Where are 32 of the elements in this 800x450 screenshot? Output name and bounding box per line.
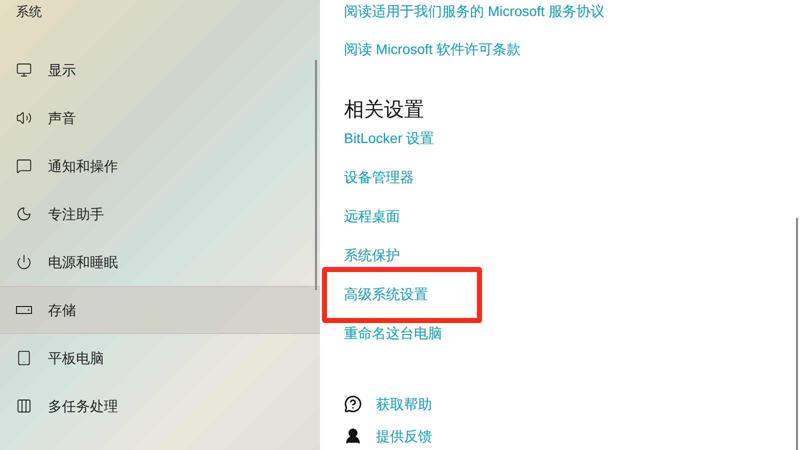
sidebar-item[interactable]: 声音 [0,94,320,142]
agreement-link[interactable]: 阅读适用于我们服务的 Microsoft 服务协议 [344,0,800,22]
section-heading: 相关设置 [344,98,425,123]
columns-icon [16,398,32,414]
sidebar-item[interactable]: 平板电脑 [0,334,320,382]
scrollbar-thumb[interactable] [315,60,317,290]
sidebar-title: 系统 [15,3,43,21]
speaker-icon [16,110,32,126]
settings-link[interactable]: 重命名这台电脑 [344,323,442,344]
settings-link[interactable]: 远程桌面 [344,206,400,227]
scrollbar-thumb[interactable] [796,218,798,450]
help-link[interactable]: 获取帮助 [376,394,432,414]
sidebar-item[interactable]: 专注助手 [0,190,320,238]
settings-link[interactable]: 系统保护 [344,245,400,266]
settings-link[interactable]: 设备管理器 [344,167,414,188]
sidebar-item[interactable]: 电源和睡眠 [0,238,320,286]
power-icon [16,254,32,270]
drive-icon [16,306,32,314]
settings-link[interactable]: BitLocker 设置 [344,128,434,149]
sidebar-item[interactable]: 存储 [0,286,320,334]
speech-bubble-icon [16,158,32,174]
help-bubble-icon [344,395,362,413]
help-link[interactable]: 提供反馈 [376,426,432,446]
tablet-icon [16,350,32,366]
sidebar-item[interactable]: 显示 [0,46,320,94]
settings-link[interactable]: 高级系统设置 [344,284,428,305]
monitor-icon [16,62,32,78]
person-icon [344,427,362,445]
sidebar-item[interactable]: 多任务处理 [0,382,320,430]
agreement-link[interactable]: 阅读 Microsoft 软件许可条款 [344,38,800,60]
moon-icon [16,206,32,222]
sidebar-item[interactable]: 通知和操作 [0,142,320,190]
